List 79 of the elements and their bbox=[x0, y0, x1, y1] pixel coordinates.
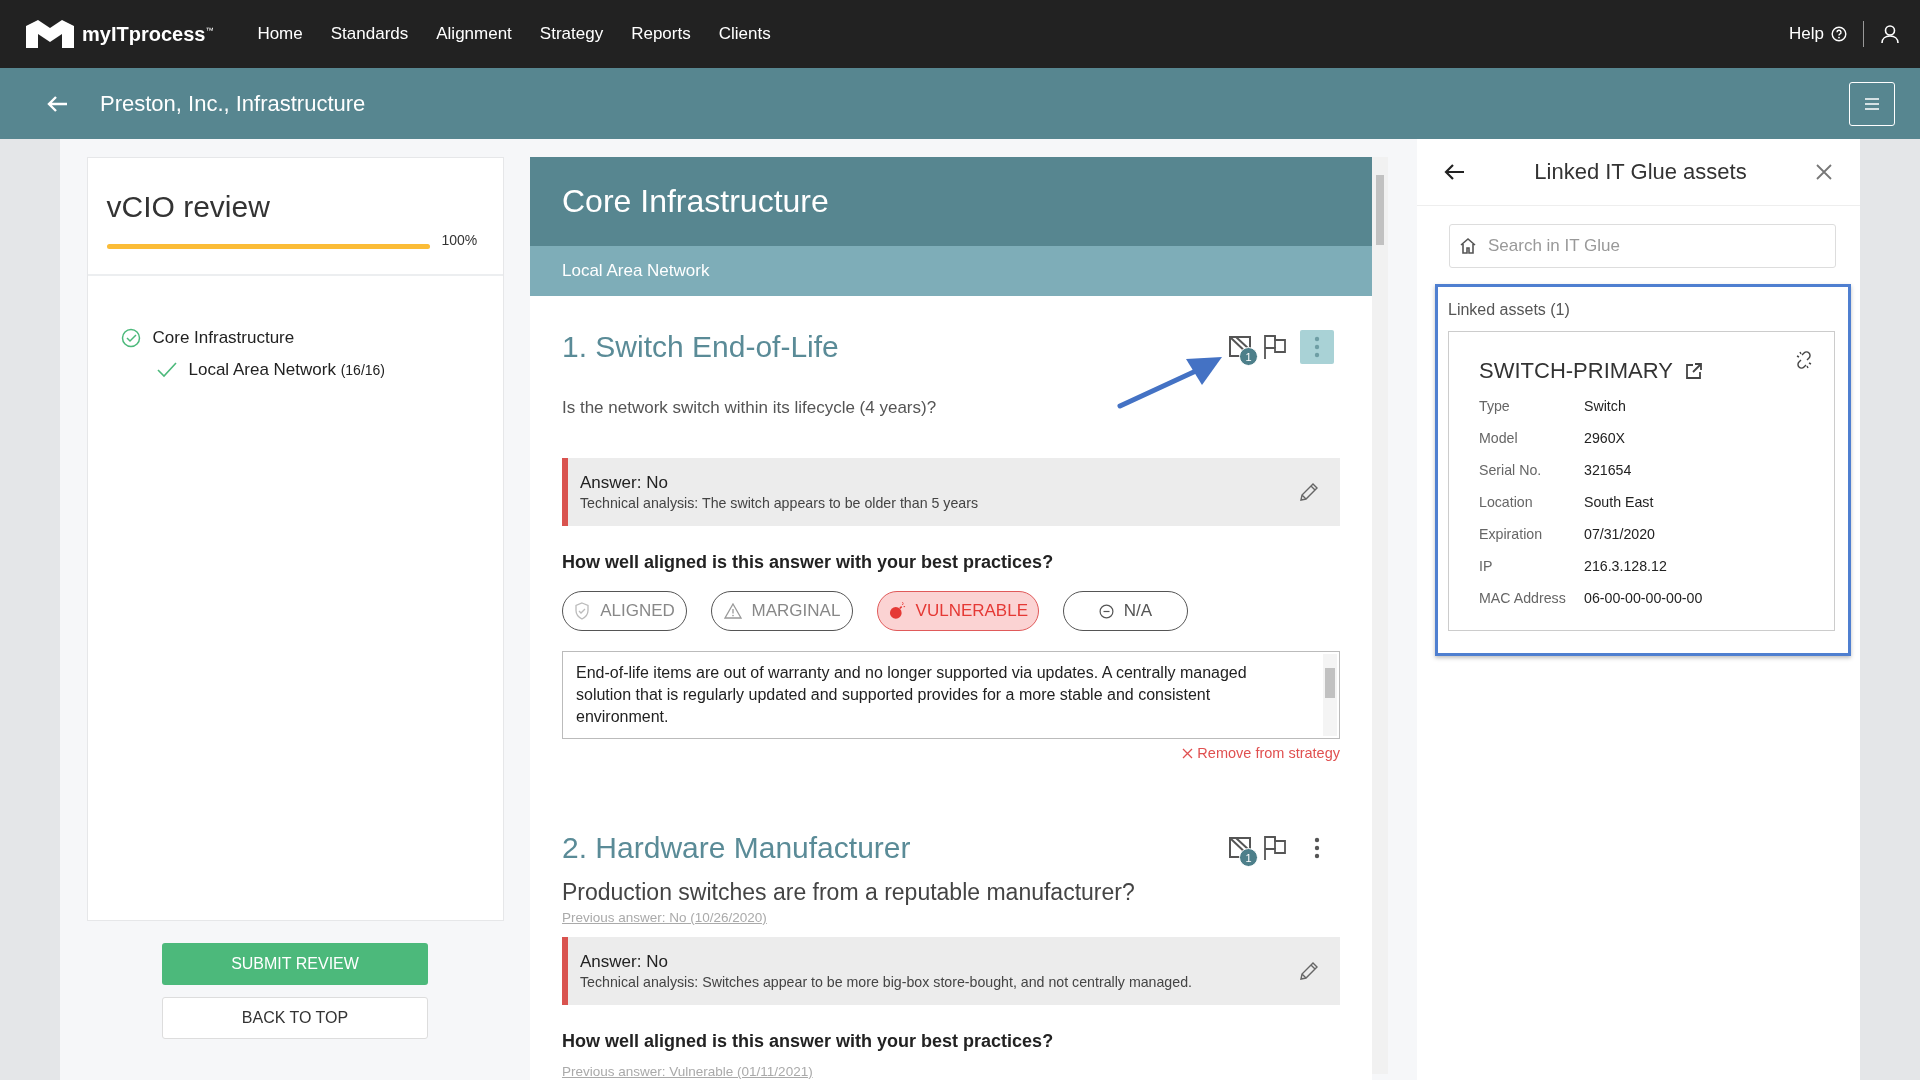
user-icon[interactable] bbox=[1880, 24, 1900, 44]
progress-reading: 100% bbox=[441, 232, 478, 248]
nav-link[interactable]: Alignment bbox=[422, 24, 526, 44]
field-value: 06-00-00-00-00-00 bbox=[1584, 590, 1703, 608]
answer-label: Answer: No bbox=[580, 473, 669, 493]
subsection-header: Local Area Network bbox=[530, 246, 1372, 296]
back-arrow-icon[interactable] bbox=[1443, 163, 1465, 181]
field-value: Switch bbox=[1584, 398, 1627, 416]
asset-name[interactable]: SWITCH-PRIMARY bbox=[1479, 358, 1673, 384]
nav-link[interactable]: Clients bbox=[704, 24, 785, 44]
field-label: MAC Address bbox=[1479, 590, 1584, 622]
close-button[interactable] bbox=[1816, 164, 1832, 180]
bomb-icon bbox=[888, 602, 906, 620]
edit-button[interactable] bbox=[1298, 960, 1320, 982]
notes-field[interactable]: End-of-life items are out of warranty and no longer supported via updates. A centrally managed solution that is regularly updated and supported provides for a more stable and consistent environment. bbox=[562, 651, 1340, 739]
close-icon bbox=[1816, 164, 1832, 180]
field-label: Expiration bbox=[1479, 526, 1584, 558]
shield-icon bbox=[574, 602, 591, 620]
tree-item[interactable]: Local Area Network (16/16) bbox=[188, 360, 385, 380]
kebab-icon bbox=[1314, 837, 1320, 859]
pencil-icon bbox=[1298, 960, 1320, 982]
alignment-option[interactable]: N/A bbox=[1063, 591, 1188, 631]
crossed-square-icon bbox=[1228, 335, 1254, 359]
edit-button[interactable] bbox=[1298, 481, 1320, 503]
scrollbar[interactable] bbox=[1372, 157, 1388, 1074]
kebab-icon bbox=[1314, 336, 1320, 358]
nav-link[interactable]: Strategy bbox=[525, 24, 618, 44]
alignment-option[interactable]: ALIGNED bbox=[562, 591, 687, 631]
help-icon bbox=[1831, 26, 1847, 42]
field-value: 321654 bbox=[1584, 462, 1633, 480]
external-link-icon[interactable] bbox=[1684, 362, 1703, 380]
count-badge: 1 bbox=[1239, 848, 1258, 867]
answer-label: Answer: No bbox=[580, 952, 669, 972]
analysis-text: Technical analysis: The switch appears to be older than 5 years bbox=[580, 495, 979, 511]
search-field[interactable]: Search in IT Glue bbox=[1449, 224, 1836, 268]
field-label: Type bbox=[1479, 398, 1584, 430]
field-value: South East bbox=[1584, 494, 1655, 512]
field-label: IP bbox=[1479, 558, 1584, 590]
logo-icon[interactable] bbox=[24, 18, 76, 50]
flag-icon[interactable] bbox=[1262, 334, 1288, 360]
panel-title: vCIO review bbox=[106, 190, 271, 224]
alignment-prompt: How well aligned is this answer with your best practices? bbox=[562, 1031, 1055, 1052]
close-icon bbox=[1182, 747, 1194, 759]
question-title: 1. Switch End-of-Life bbox=[562, 330, 839, 364]
warning-icon bbox=[723, 603, 742, 619]
field-value: 07/31/2020 bbox=[1584, 526, 1656, 544]
section-header: Core Infrastructure bbox=[530, 157, 1372, 246]
flag-icon[interactable] bbox=[1262, 835, 1288, 861]
home-icon bbox=[1459, 237, 1477, 254]
question-text: Production switches are from a reputable manufacturer? bbox=[562, 879, 1136, 906]
crossed-square-icon bbox=[1228, 836, 1254, 860]
remove-link[interactable]: Remove from strategy bbox=[1182, 745, 1340, 761]
field-label: Model bbox=[1479, 430, 1584, 462]
nav-link[interactable]: Standards bbox=[316, 24, 423, 44]
question-title: 2. Hardware Manufacturer bbox=[562, 831, 911, 865]
alignment-prompt: How well aligned is this answer with your best practices? bbox=[562, 552, 1055, 573]
nav-link[interactable]: Home bbox=[243, 24, 317, 44]
scrollbar[interactable] bbox=[1323, 654, 1337, 736]
question-text: Is the network switch within its lifecycle (4 years)? bbox=[562, 398, 938, 418]
section-heading: Linked assets (1) bbox=[1448, 301, 1571, 319]
broken-link-icon[interactable] bbox=[1794, 350, 1814, 370]
field-label: Location bbox=[1479, 494, 1584, 526]
page-title: Preston, Inc., Infrastructure bbox=[100, 90, 367, 117]
pencil-icon bbox=[1298, 481, 1320, 503]
nav-link[interactable]: Reports bbox=[617, 24, 705, 44]
minus-circle-icon bbox=[1098, 603, 1114, 619]
field-value: 2960X bbox=[1584, 430, 1627, 448]
count-badge: 1 bbox=[1239, 347, 1258, 366]
field-value: 216.3.128.12 bbox=[1584, 558, 1668, 576]
help-link[interactable]: Help bbox=[1775, 21, 1864, 47]
analysis-text: Technical analysis: Switches appear to be more big-box store-bought, and not centrally managed. bbox=[580, 974, 1193, 990]
field-label: Serial No. bbox=[1479, 462, 1584, 494]
tree-item[interactable]: Core Infrastructure bbox=[152, 328, 295, 348]
panel-title: Linked IT Glue assets bbox=[1533, 159, 1748, 185]
logo-text[interactable]: myITprocess$^{™}$ bbox=[82, 22, 214, 46]
menu-icon bbox=[1864, 97, 1880, 110]
back-to-top-button[interactable]: BACK TO TOP bbox=[162, 997, 428, 1039]
alignment-option[interactable]: MARGINAL bbox=[711, 591, 853, 631]
menu-button[interactable] bbox=[1849, 81, 1895, 126]
